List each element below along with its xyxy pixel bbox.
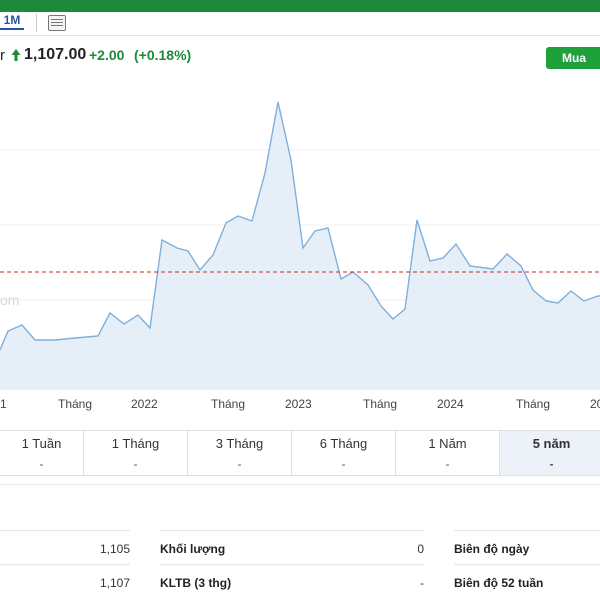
- key-stats: 1,105 Khối lượng 0 Biên độ ngày 1,107 KLTB (3…: [0, 530, 600, 600]
- last-price: 1,107.00: [24, 46, 87, 63]
- price-change: +2.00: [89, 47, 125, 63]
- stat-item: KLTB (3 thg) -: [160, 564, 424, 600]
- x-tick-label: 20: [590, 397, 600, 411]
- period-change-value: -: [237, 456, 242, 471]
- period-tab[interactable]: 3 Tháng -: [188, 431, 292, 475]
- period-change-value: -: [39, 456, 44, 471]
- x-axis: 1 Tháng 2022 Tháng 2023 Tháng 2024 Tháng 20: [0, 397, 600, 411]
- instrument-name: r: [0, 47, 5, 64]
- stat-right-label: Biên độ ngày: [454, 530, 600, 566]
- x-tick-label: Tháng: [363, 397, 397, 411]
- toolbar-divider: [36, 14, 37, 32]
- buy-button[interactable]: Mua: [546, 47, 600, 69]
- price-chart[interactable]: om 1 Tháng 2022 Tháng 2023 Tháng 2024 Tháng 20: [0, 80, 600, 420]
- period-label: 1 Tuần: [21, 435, 62, 451]
- stat-item: Khối lượng 0: [160, 530, 424, 566]
- period-label: 1 Tháng: [111, 435, 160, 451]
- stat-row: 1,105 Khối lượng 0 Biên độ ngày: [0, 530, 600, 566]
- x-tick-label: Tháng: [58, 397, 92, 411]
- period-label: 5 năm: [532, 435, 571, 451]
- period-tab[interactable]: 1 Năm -: [396, 431, 500, 475]
- period-change-value: -: [445, 456, 450, 471]
- up-arrow-icon: [11, 49, 21, 61]
- stat-value: -: [420, 575, 424, 590]
- x-tick-label: 1: [0, 397, 7, 411]
- period-label: 6 Tháng: [319, 435, 368, 451]
- top-banner: [0, 0, 600, 12]
- price-change-percent: (+0.18%): [134, 47, 192, 63]
- period-tab[interactable]: 1 Tuần -: [0, 431, 84, 475]
- x-tick-label: 2023: [285, 397, 312, 411]
- x-tick-label: Tháng: [516, 397, 550, 411]
- price-area-fill: [0, 102, 600, 390]
- range-1m-button[interactable]: 1M: [0, 12, 24, 30]
- stat-value: 0: [417, 541, 424, 556]
- period-change-value: -: [549, 456, 554, 471]
- x-tick-label: Tháng: [211, 397, 245, 411]
- section-divider: [0, 484, 600, 485]
- period-label: 1 Năm: [428, 435, 467, 451]
- stat-left-value: 1,107: [0, 564, 130, 600]
- performance-periods: 1 Tuần -1 Tháng -3 Tháng -6 Tháng -1 Năm -5 n…: [0, 430, 600, 476]
- x-tick-label: 2024: [437, 397, 464, 411]
- quote-header: r 1,107.00 +2.00 (+0.18%): [0, 44, 600, 68]
- period-change-value: -: [341, 456, 346, 471]
- period-tab[interactable]: 6 Tháng -: [292, 431, 396, 475]
- table-view-icon[interactable]: [48, 15, 66, 31]
- stat-row: 1,107 KLTB (3 thg) - Biên độ 52 tuần: [0, 564, 600, 600]
- period-tab[interactable]: 5 năm -: [500, 431, 600, 475]
- stat-label: Khối lượng: [160, 541, 226, 556]
- period-change-value: -: [133, 456, 138, 471]
- stat-label: KLTB (3 thg): [160, 575, 232, 590]
- chart-watermark: om: [0, 292, 19, 308]
- period-label: 3 Tháng: [215, 435, 264, 451]
- stat-right-label: Biên độ 52 tuần: [454, 564, 600, 600]
- chart-toolbar: 1M: [0, 12, 600, 36]
- x-tick-label: 2022: [131, 397, 158, 411]
- stat-left-value: 1,105: [0, 530, 130, 566]
- period-tab[interactable]: 1 Tháng -: [84, 431, 188, 475]
